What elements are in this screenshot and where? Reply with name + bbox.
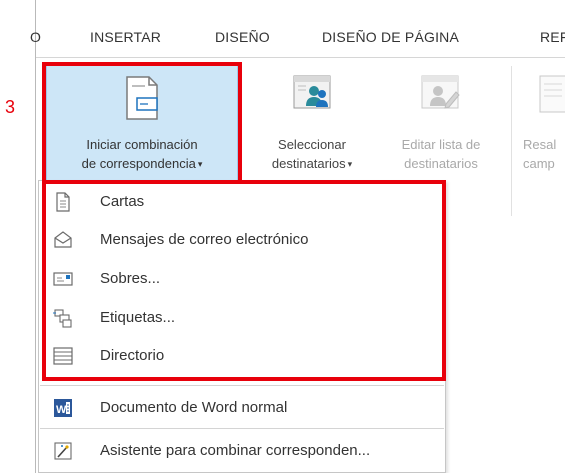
tab-diseno[interactable]: DISEÑO [215, 29, 270, 45]
step-number: 3 [5, 97, 16, 117]
menu-separator [40, 428, 444, 429]
tab-insertar[interactable]: INSERTAR [90, 29, 161, 45]
edit-recipient-list-label-line2: destinatarios [404, 156, 478, 171]
highlight-fields-icon [539, 75, 565, 113]
highlight-fields-label-line1: Resal [523, 137, 557, 152]
menu-separator [40, 385, 444, 386]
menu-item-normal-word-document[interactable]: W Documento de Word normal [39, 389, 445, 427]
chevron-down-icon: ▾ [347, 159, 353, 169]
select-recipients-label-line1: Seleccionar [278, 137, 346, 152]
tab-referencias-partial[interactable]: REF [540, 29, 565, 45]
select-recipients-label-line2: destinatarios ▾ [271, 156, 353, 171]
menu-item-label: Documento de Word normal [100, 399, 288, 416]
word-icon: W [54, 399, 72, 417]
edit-recipients-icon [421, 75, 460, 109]
menu-item-label: Asistente para combinar corresponden... [100, 442, 371, 459]
edit-recipient-list-label-line1: Editar lista de [401, 137, 481, 152]
highlight-fields-label-line2: camp [523, 156, 555, 171]
ribbon-group-separator [511, 66, 512, 216]
tab-home-partial[interactable]: O [30, 29, 41, 45]
tab-diseno-de-pagina[interactable]: DISEÑO DE PÁGINA [322, 29, 459, 45]
highlight-merge-types [42, 180, 446, 381]
recipients-icon [293, 75, 331, 109]
svg-text:W: W [56, 404, 67, 416]
menu-item-mail-merge-wizard[interactable]: Asistente para combinar corresponden... [39, 432, 445, 470]
highlight-merge-fields-button[interactable]: Resal camp [518, 66, 565, 184]
wizard-icon [54, 442, 72, 460]
edit-recipient-list-button[interactable]: Editar lista de destinatarios [378, 66, 504, 184]
highlight-start-mail-merge [42, 62, 242, 188]
select-recipients-button[interactable]: Seleccionar destinatarios ▾ [252, 66, 372, 184]
